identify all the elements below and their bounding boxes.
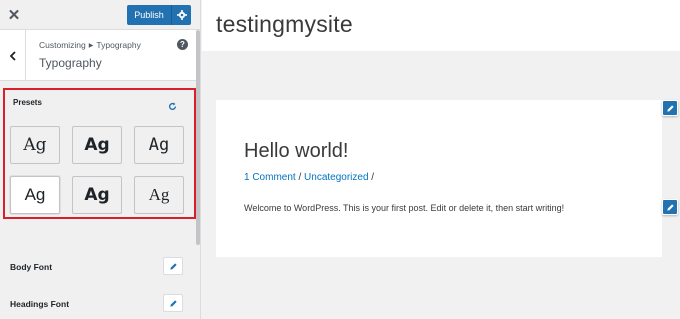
publish-group: Publish (127, 5, 191, 25)
close-icon: ✕ (7, 7, 21, 24)
breadcrumb-current: Typography (96, 40, 141, 50)
post-card: Hello world! 1 Comment / Uncategorized /… (216, 100, 662, 257)
preset-3[interactable]: Ag (134, 126, 184, 164)
pencil-icon (169, 262, 177, 270)
section-title: Typography (39, 56, 102, 70)
body-font-row: Body Font (0, 255, 200, 279)
help-icon[interactable]: ? (177, 39, 188, 50)
site-preview: testingmysite Hello world! 1 Comment / U… (202, 0, 680, 319)
preset-1[interactable]: Ag (10, 126, 60, 164)
back-button[interactable] (0, 30, 26, 81)
pencil-icon (169, 299, 177, 307)
customizer-topbar: ✕ Publish (0, 0, 200, 30)
preset-2[interactable]: Ag (72, 126, 122, 164)
close-customizer-button[interactable]: ✕ (0, 0, 28, 30)
post-title[interactable]: Hello world! (244, 140, 348, 163)
headings-font-label: Headings Font (10, 299, 70, 309)
site-header: testingmysite (202, 0, 680, 51)
pencil-icon (666, 104, 674, 112)
customizer-sidebar: ✕ Publish Customizing ▶ Typography Typog… (0, 0, 201, 319)
edit-shortcut-button[interactable] (662, 199, 678, 215)
publish-button[interactable]: Publish (127, 5, 171, 25)
preset-6[interactable]: Ag (134, 176, 184, 214)
reset-presets-button[interactable] (168, 98, 177, 116)
pencil-icon (666, 203, 674, 211)
preset-5[interactable]: Ag (72, 176, 122, 214)
headings-font-edit-button[interactable] (163, 294, 183, 312)
breadcrumb: Customizing ▶ Typography (39, 40, 141, 50)
preset-4[interactable]: Ag (10, 176, 60, 214)
body-font-label: Body Font (10, 262, 53, 272)
presets-label: Presets (13, 98, 42, 107)
breadcrumb-separator-icon: ▶ (88, 43, 94, 49)
sidebar-scrollbar[interactable] (196, 30, 200, 245)
edit-shortcut-button[interactable] (662, 100, 678, 116)
gear-icon (176, 10, 187, 20)
preset-grid: Ag Ag Ag Ag Ag Ag (10, 126, 188, 216)
section-header: Customizing ▶ Typography Typography ? (0, 30, 200, 81)
body-font-edit-button[interactable] (163, 257, 183, 275)
publish-settings-button[interactable] (171, 5, 191, 25)
post-excerpt: Welcome to WordPress. This is your first… (244, 203, 565, 213)
post-category-link[interactable]: Uncategorized (304, 172, 368, 183)
chevron-left-icon (9, 50, 16, 61)
presets-panel: Presets Ag Ag Ag Ag Ag Ag (3, 88, 196, 219)
site-title[interactable]: testingmysite (216, 11, 353, 38)
meta-trailing-separator: / (368, 172, 375, 183)
headings-font-row: Headings Font (0, 292, 200, 316)
post-comments-link[interactable]: 1 Comment (244, 172, 296, 183)
reset-icon (169, 102, 177, 110)
post-meta: 1 Comment / Uncategorized / (244, 172, 374, 183)
meta-separator: / (295, 172, 305, 183)
breadcrumb-root: Customizing (39, 40, 86, 50)
